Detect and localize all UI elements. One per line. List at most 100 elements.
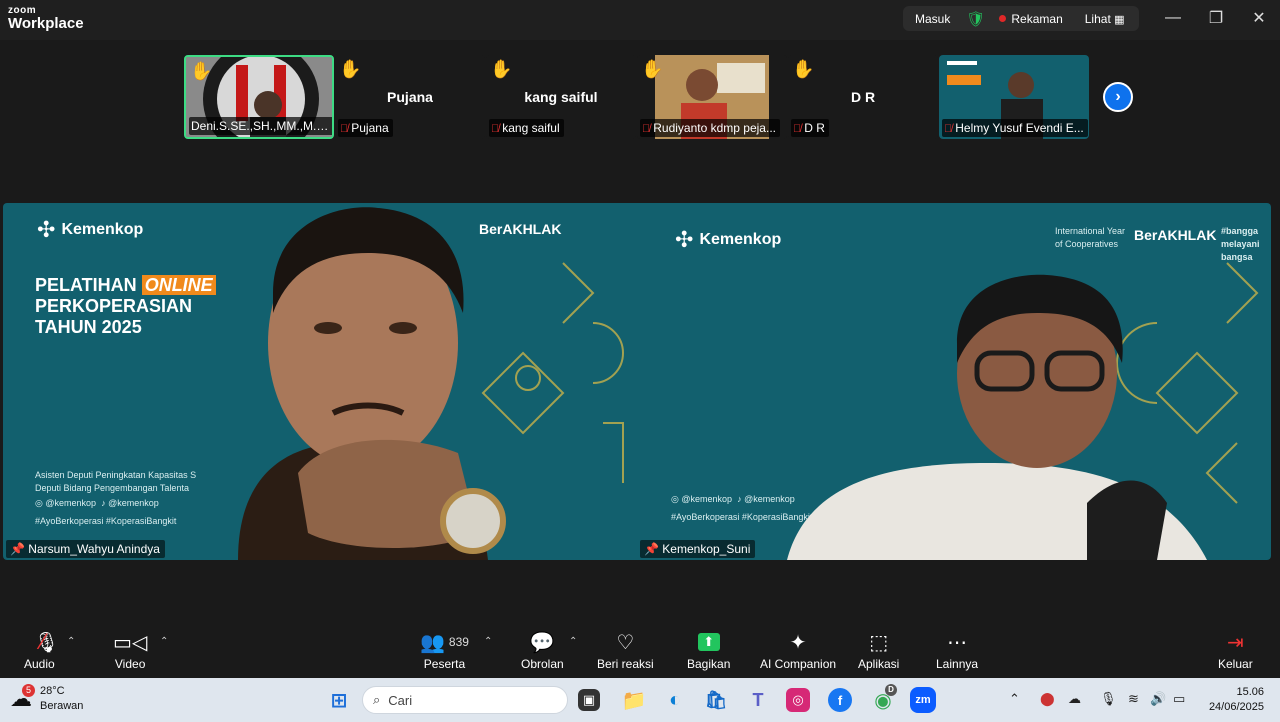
masuk-button[interactable]: Masuk [915,12,950,26]
mic-muted-icon: 🎙̸ [340,123,349,135]
logo-workplace-text: Workplace [8,15,84,32]
mic-muted-icon: 🎙̸ [491,123,500,135]
social-handles: ◎ @kemenkop ♪ @kemenkop [35,497,159,510]
react-button[interactable]: ♡ Beri reaksi [597,628,654,672]
kemenkop-logo: ✣ Kemenkop [675,227,781,253]
raised-hand-icon: ✋ [190,61,213,81]
weather-widget[interactable]: ☁ 5 28°C Berawan [10,684,83,714]
next-page-chevron-icon[interactable]: › [1103,82,1133,112]
tray-app-icon[interactable]: ⬤ [1040,691,1055,707]
speaker-name: Kemenkop_Suni [662,542,751,556]
chat-options-chevron-icon[interactable]: ⌃ [569,636,577,647]
chat-icon: 💬 [529,631,555,654]
heart-icon: ♡ [616,631,635,654]
weather-temp: 28°C [40,685,65,697]
participants-icon: 👥 839 [420,631,469,654]
participant-strip: ✋ Deni.S.SE.,SH.,MM.,M.Ak... ✋ Pujana 🎙̸… [0,40,1280,140]
speaker-name: Narsum_Wahyu Anindya [28,542,160,556]
taskbar-clock[interactable]: 15.06 24/06/2025 [1209,685,1264,715]
leave-button[interactable]: ⇥ Keluar [1218,628,1253,672]
hashtags-text: #AyoBerkoperasi #KoperasiBangkit [35,516,177,526]
shield-icon[interactable]: 🛡 [966,10,985,28]
more-dots-icon: ⋯ [947,631,968,654]
audio-options-chevron-icon[interactable]: ⌃ [67,636,75,647]
teams-icon[interactable]: T [744,686,772,714]
speaker-video-left[interactable]: ✣ Kemenkop BerAKHLAK PELATIHAN ONLINE PER… [3,203,637,560]
store-icon[interactable]: 🛍 [702,686,730,714]
edge-icon[interactable]: ◐ [661,686,689,714]
task-view-icon[interactable]: ▣ [578,689,600,711]
raised-hand-icon: ✋ [339,59,362,79]
participant-tile[interactable]: ✋ Pujana 🎙̸ Pujana [335,55,485,139]
kemenkop-logo: ✣ Kemenkop [37,217,143,243]
participants-options-chevron-icon[interactable]: ⌃ [484,636,492,647]
chrome-profile-badge: D [885,684,897,696]
audio-button[interactable]: 🎙 ⁄ Audio [24,628,60,671]
microphone-icon[interactable]: 🎙 [1100,691,1117,707]
participant-tile[interactable]: ✋ Deni.S.SE.,SH.,MM.,M.Ak... [184,55,334,139]
asisten-line2: Deputi Bidang Pengembangan Talenta [35,483,189,493]
facebook-icon[interactable]: f [828,688,852,712]
view-button[interactable]: Lihat ▦ [1085,12,1125,26]
speaker-name-tag: 📌 Kemenkop_Suni [640,540,756,558]
participants-label: Peserta [423,657,466,671]
apps-button[interactable]: ⬚ Aplikasi [858,628,899,672]
video-options-chevron-icon[interactable]: ⌃ [160,636,168,647]
wifi-icon[interactable]: ≋ [1128,691,1139,707]
battery-icon[interactable]: ▭ [1173,691,1185,707]
windows-taskbar: ☁ 5 28°C Berawan ⊞ ⌕ Cari ▣ 📁 ◐ 🛍 T ◎ f ◉ D… [0,678,1280,722]
video-button[interactable]: ▭◁ Video [113,628,147,672]
taskbar-search[interactable]: ⌕ Cari [362,686,568,714]
weather-badge: 5 [22,684,35,697]
leave-label: Keluar [1218,657,1253,671]
speaker-name-tag: 📌 Narsum_Wahyu Anindya [6,540,165,558]
file-explorer-icon[interactable]: 📁 [620,686,648,714]
social-handle-1: @kemenkop [45,498,97,508]
berakhlak-text: BerAKHLAK [1134,227,1217,243]
participants-button[interactable]: 👥 839 Peserta [420,628,469,672]
weather-desc: Berawan [40,700,84,712]
more-button[interactable]: ⋯ Lainnya [936,628,979,672]
chat-label: Obrolan [521,657,564,671]
title-line1: PELATIHAN [35,275,137,295]
participant-tile[interactable]: ✋ 🎙̸ Rudiyanto kdmp peja... [637,55,787,139]
recording-label: Rekaman [1011,11,1063,26]
share-screen-icon: ⬆ [697,628,720,656]
participant-tile[interactable]: ✋ kang saiful 🎙̸ kang saiful [486,55,636,139]
ai-companion-label: AI Companion [760,657,837,671]
mic-muted-icon: 🎙 ⁄ [33,629,60,654]
kemenkop-emblem-icon: ✣ [675,227,694,252]
participant-name: kang saiful [502,121,560,135]
tray-chevron-icon[interactable]: ⌃ [1009,691,1020,707]
participant-tile[interactable]: 🎙̸ Helmy Yusuf Evendi E... [939,55,1089,139]
participant-tile[interactable]: ✋ D R 🎙̸ D R [788,55,938,139]
ai-companion-button[interactable]: ✦ AI Companion [760,628,837,672]
minimize-button[interactable]: — [1158,6,1188,30]
volume-icon[interactable]: 🔊 [1150,691,1166,707]
instagram-app-icon[interactable]: ◎ [786,688,810,712]
close-button[interactable]: ✕ [1244,6,1274,30]
windows-start-icon[interactable]: ⊞ [325,686,353,714]
zoom-app-icon[interactable]: zm [910,687,936,713]
meeting-status-pill: Masuk 🛡 Rekaman Lihat ▦ [903,6,1139,31]
more-label: Lainnya [936,657,979,671]
share-button[interactable]: ⬆ Bagikan [687,628,730,671]
participant-name-label: 🎙̸ Pujana [338,119,393,137]
grid-icon: ▦ [1114,13,1125,26]
restore-button[interactable]: ❐ [1201,6,1231,30]
chat-button[interactable]: 💬 Obrolan [521,628,564,672]
chrome-icon[interactable]: ◉ D [869,684,897,714]
mic-muted-icon: 🎙̸ [793,123,802,135]
instagram-icon: ◎ [35,498,43,508]
record-dot-icon [999,15,1007,22]
social-handle-2: @kemenkop [108,498,159,508]
cloud-off-icon[interactable]: ☁ [1068,691,1081,707]
speaker-silhouette [238,207,506,560]
video-stage: ✣ Kemenkop BerAKHLAK PELATIHAN ONLINE PER… [0,140,1280,620]
participant-center-name: D R [850,89,876,105]
participant-name-label: 🎙̸ Helmy Yusuf Evendi E... [942,119,1088,137]
recording-indicator[interactable]: Rekaman [999,11,1063,26]
speaker-silhouette [787,274,1207,560]
speaker-video-right[interactable]: ✣ Kemenkop International Year of Cooperat… [637,203,1271,560]
clock-date: 24/06/2025 [1208,701,1264,713]
